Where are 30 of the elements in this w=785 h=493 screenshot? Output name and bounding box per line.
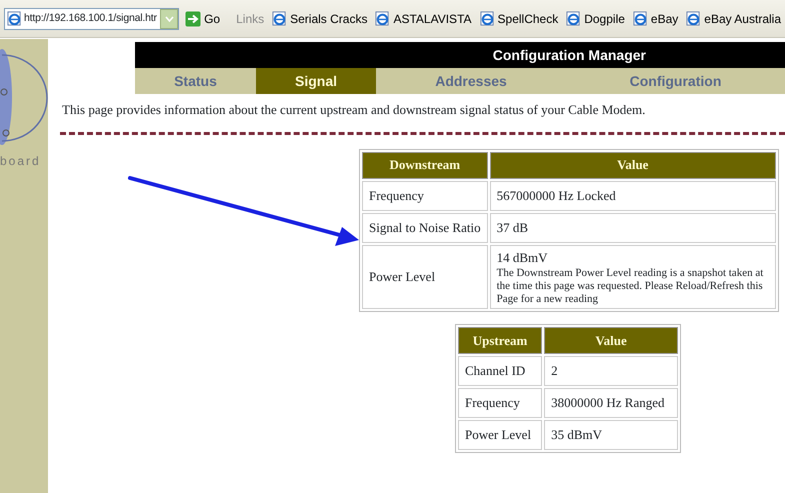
- table-cell: 38000000 Hz Ranged: [544, 388, 678, 418]
- go-button[interactable]: Go: [183, 10, 222, 28]
- links-label: Links: [236, 10, 264, 28]
- table-cell: Power Level: [362, 244, 488, 309]
- logo-text: board: [0, 153, 41, 170]
- table-cell: Frequency: [362, 180, 488, 210]
- link[interactable]: SpellCheck: [480, 10, 558, 28]
- link[interactable]: eBay Australia: [686, 10, 781, 28]
- table-cell-text: 14 dBmV: [496, 248, 549, 266]
- column-header: Upstream: [458, 327, 542, 354]
- description-text: This page provides information about the current upstream and downstream signal status of your Cable Modem.: [62, 101, 646, 119]
- table-cell: 35 dBmV: [544, 420, 678, 450]
- link[interactable]: Dogpile: [566, 10, 625, 28]
- table-cell: Channel ID: [458, 356, 542, 386]
- table-cell: 567000000 Hz Locked: [490, 180, 776, 210]
- note-text: The Downstream Power Level reading is a snapshot taken at the time this page was requested. Please Reload/Refresh this Page for a new reading: [496, 267, 764, 306]
- nav-tab[interactable]: Signal: [256, 68, 376, 94]
- link[interactable]: Serials Cracks: [272, 10, 368, 28]
- table-cell: Power Level: [458, 420, 542, 450]
- column-header: Value: [490, 152, 776, 178]
- column-header: Value: [544, 327, 678, 354]
- header-title: Configuration Manager: [492, 46, 646, 65]
- column-header: Downstream: [362, 152, 488, 178]
- link[interactable]: eBay: [632, 10, 678, 28]
- table-cell: Frequency: [458, 388, 542, 418]
- link[interactable]: ASTALAVISTA: [375, 10, 472, 28]
- table-cell: 2: [544, 356, 678, 386]
- address-field[interactable]: http://192.168.100.1/signal.htr: [4, 8, 180, 30]
- table-cell: Signal to Noise Ratio: [362, 212, 488, 242]
- table-cell: 37 dB: [490, 212, 776, 242]
